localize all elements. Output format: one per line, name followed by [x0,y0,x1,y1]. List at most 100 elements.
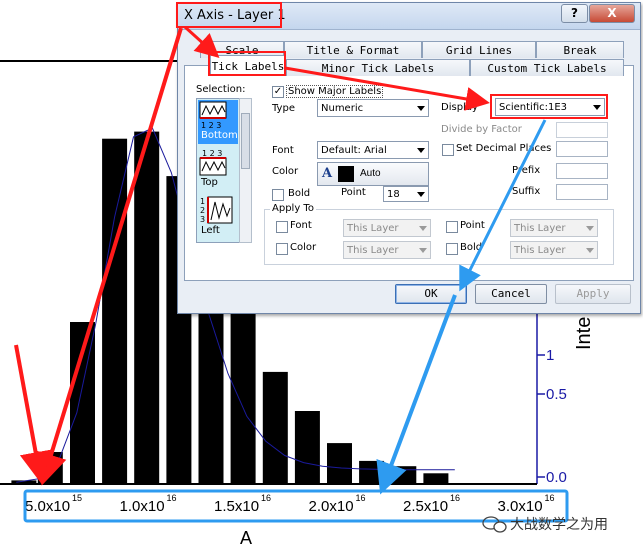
tab-break[interactable]: Break [536,41,624,58]
set-decimal-places-label: Set Decimal Places [456,143,552,154]
ok-button[interactable]: OK [395,284,467,304]
help-button[interactable]: ? [561,4,588,23]
selection-item-top[interactable]: 1 2 3 Top [198,147,238,192]
apply-bold-checkbox[interactable] [446,243,458,255]
svg-text:1 2 3: 1 2 3 [201,121,221,130]
point-label: Point [341,187,366,198]
apply-font-label: Font [290,220,312,231]
top-axis-icon: 1 2 3 [199,149,227,176]
divide-by-factor-input[interactable] [556,122,608,138]
svg-text:1: 1 [200,197,205,206]
x-tick-exponent: 16 [545,493,555,503]
tab-custom-tick-labels[interactable]: Custom Tick Labels [470,59,624,76]
display-select-value: Scientific:1E3 [499,102,568,113]
x-tick-label: 1.5x10 [214,498,259,515]
prefix-label: Prefix [512,165,541,176]
show-major-labels-checkbox[interactable]: ✓ [272,86,284,98]
svg-text:2: 2 [200,206,205,215]
display-select[interactable]: Scientific:1E3 [495,98,605,116]
bar [359,460,385,484]
right-tick-label-05: 0.5 [546,386,567,403]
bar [262,371,288,484]
apply-point-scope-value: This Layer [514,223,566,234]
selection-item-left-label: Left [201,225,220,236]
bar [102,138,128,484]
suffix-input[interactable] [556,184,608,200]
text-color-icon: A [322,166,333,181]
x-tick-label: 1.0x10 [120,498,165,515]
tab-minor-tick-labels[interactable]: Minor Tick Labels [286,59,470,76]
color-swatch [338,166,354,182]
font-label: Font [272,145,294,156]
close-button[interactable]: X [589,4,635,23]
color-picker-button[interactable]: A Auto [317,162,429,186]
left-axis-icon: 1 2 3 [200,196,233,224]
selection-label: Selection: [196,84,246,95]
bar [37,452,63,484]
type-select[interactable]: Numeric [317,99,429,117]
tab-grid-lines[interactable]: Grid Lines [422,41,536,58]
selection-scrollbar[interactable] [239,98,252,243]
right-axis-title: Inte [573,317,595,350]
apply-font-scope-value: This Layer [347,223,399,234]
point-size-select[interactable]: 18 [383,186,429,202]
right-tick-label-1: 1 [546,347,554,364]
dialog-titlebar[interactable]: X Axis - Layer 1 ? X [178,3,640,30]
bar [134,131,160,484]
selection-scrollbar-thumb[interactable] [241,113,250,169]
bar [423,473,449,484]
type-label: Type [272,103,295,114]
tab-tick-labels[interactable]: Tick Labels [210,55,286,76]
bar [391,466,417,484]
apply-bold-scope-select[interactable]: This Layer [510,241,598,259]
tab-title-format[interactable]: Title & Format [284,41,422,58]
decimal-places-input[interactable] [556,141,608,157]
bar [294,411,320,484]
prefix-input[interactable] [556,163,608,179]
tick-label-highlight-box [23,489,569,523]
apply-to-label: Apply To [270,203,316,214]
cancel-button[interactable]: Cancel [475,284,547,304]
set-decimal-places-checkbox[interactable] [442,144,454,156]
selection-item-left[interactable]: 1 2 3 Left [198,194,238,239]
apply-point-scope-select[interactable]: This Layer [510,219,598,237]
x-tick-exponent: 15 [72,493,82,503]
apply-button[interactable]: Apply [555,284,631,304]
show-major-labels-label: Show Major Labels [286,85,384,98]
display-label: Display [441,102,478,113]
bar [327,443,352,484]
apply-font-scope-select[interactable]: This Layer [343,219,431,237]
apply-color-checkbox[interactable] [276,243,288,255]
apply-bold-label: Bold [460,242,483,253]
right-tick-label-0: 0.0 [546,469,567,486]
x-tick-exponent: 16 [356,493,366,503]
watermark-text: 大战数学之为用 [510,517,608,533]
x-tick-labels: 5.0x10 15 1.0x10 16 1.5x10 16 2.0x10 16 2.5x10 16… [25,493,555,515]
apply-font-checkbox[interactable] [276,221,288,233]
suffix-label: Suffix [512,186,541,197]
svg-text:3: 3 [200,215,205,224]
selection-item-top-label: Top [201,177,218,188]
selection-list[interactable]: 1 2 3 Bottom 1 2 3 Top 1 2 3 Left [196,98,240,243]
type-select-value: Numeric [321,103,364,114]
apply-color-label: Color [290,242,317,253]
selection-item-bottom[interactable]: 1 2 3 Bottom [198,100,238,144]
svg-text:1 2 3: 1 2 3 [202,149,222,158]
selection-item-bottom-label: Bottom [201,130,238,141]
x-tick-exponent: 16 [450,493,460,503]
apply-point-checkbox[interactable] [446,221,458,233]
x-tick-label: 2.5x10 [403,498,448,515]
color-value: Auto [360,168,381,179]
font-select[interactable]: Default: Arial [317,141,429,159]
color-label: Color [272,166,299,177]
apply-color-scope-select[interactable]: This Layer [343,241,431,259]
apply-color-scope-value: This Layer [347,245,399,256]
x-tick-label: 5.0x10 [25,498,70,515]
point-size-value: 18 [387,189,400,200]
x-tick-label: 2.0x10 [309,498,354,515]
apply-point-label: Point [460,220,485,231]
x-tick-exponent: 16 [261,493,271,503]
bar [230,309,256,484]
bold-checkbox[interactable] [272,189,284,201]
bold-label: Bold [288,188,311,199]
